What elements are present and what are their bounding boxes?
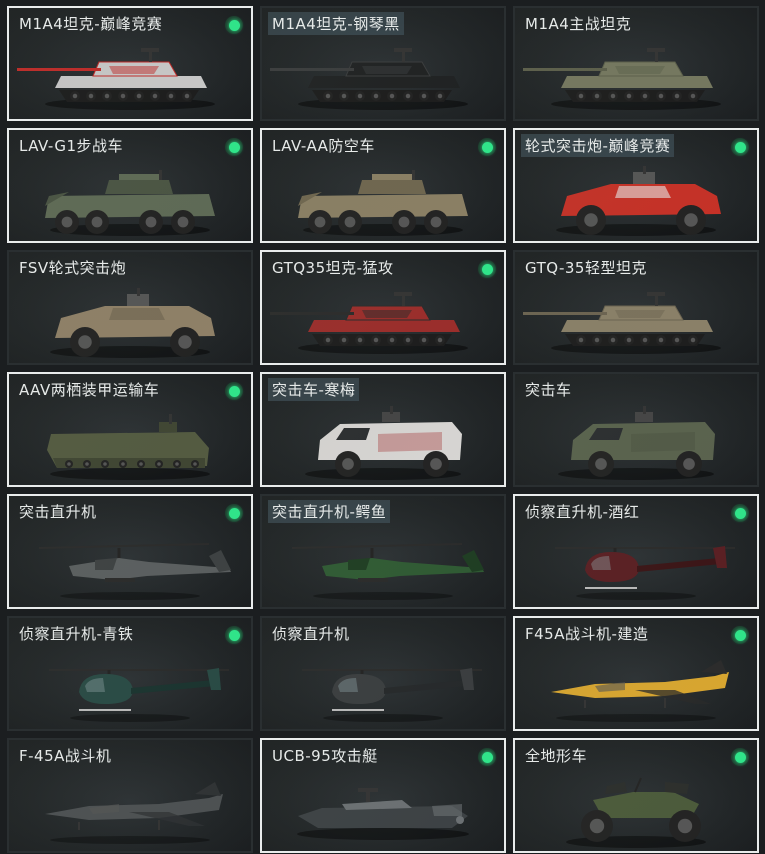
vehicle-card[interactable]: GTQ35坦克-猛攻 xyxy=(260,250,506,365)
tank-vehicle-image xyxy=(515,32,757,118)
aav-vehicle-image xyxy=(9,398,251,484)
apc-vehicle-image xyxy=(9,154,251,240)
boat-vehicle-image xyxy=(262,764,504,850)
tank-vehicle-image xyxy=(9,32,251,118)
vehicle-card[interactable]: UCB-95攻击艇 xyxy=(260,738,506,853)
vehicle-card[interactable]: FSV轮式突击炮 xyxy=(7,250,253,365)
vehicle-card[interactable]: 侦察直升机 xyxy=(260,616,506,731)
truck-vehicle-image xyxy=(515,398,757,484)
atv-vehicle-image xyxy=(515,764,757,850)
vehicle-card[interactable]: LAV-G1步战车 xyxy=(7,128,253,243)
vehicle-card[interactable]: M1A4坦克-巅峰竞赛 xyxy=(7,6,253,121)
lightheli-vehicle-image xyxy=(9,642,251,728)
truck-vehicle-image xyxy=(262,398,504,484)
tank-vehicle-image xyxy=(515,276,757,362)
lightheli-vehicle-image xyxy=(262,642,504,728)
vehicle-card[interactable]: 侦察直升机-青铁 xyxy=(7,616,253,731)
vehicle-card[interactable]: F-45A战斗机 xyxy=(7,738,253,853)
tank-vehicle-image xyxy=(262,32,504,118)
heli-vehicle-image xyxy=(262,520,504,606)
heli-vehicle-image xyxy=(9,520,251,606)
vehicle-card[interactable]: 突击车 xyxy=(513,372,759,487)
vehicle-card[interactable]: 突击直升机 xyxy=(7,494,253,609)
jet-vehicle-image xyxy=(9,764,251,850)
vehicle-card[interactable]: 轮式突击炮-巅峰竞赛 xyxy=(513,128,759,243)
vehicle-card[interactable]: F45A战斗机-建造 xyxy=(513,616,759,731)
vehicle-card[interactable]: 突击直升机-鳄鱼 xyxy=(260,494,506,609)
vehicle-card[interactable]: M1A4主战坦克 xyxy=(513,6,759,121)
vehicle-card[interactable]: 全地形车 xyxy=(513,738,759,853)
jeep-vehicle-image xyxy=(9,276,251,362)
lightheli-vehicle-image xyxy=(515,520,757,606)
tank-vehicle-image xyxy=(262,276,504,362)
vehicle-card[interactable]: M1A4坦克-钢琴黑 xyxy=(260,6,506,121)
vehicle-card[interactable]: GTQ-35轻型坦克 xyxy=(513,250,759,365)
apc-vehicle-image xyxy=(262,154,504,240)
jeep-vehicle-image xyxy=(515,154,757,240)
vehicle-grid: M1A4坦克-巅峰竞赛 M1A4坦克-钢琴黑 M1A4主战坦克 LAV-G1步战… xyxy=(0,0,765,854)
vehicle-card[interactable]: LAV-AA防空车 xyxy=(260,128,506,243)
jet-vehicle-image xyxy=(515,642,757,728)
vehicle-card[interactable]: 侦察直升机-酒红 xyxy=(513,494,759,609)
vehicle-card[interactable]: 突击车-寒梅 xyxy=(260,372,506,487)
vehicle-card[interactable]: AAV两栖装甲运输车 xyxy=(7,372,253,487)
